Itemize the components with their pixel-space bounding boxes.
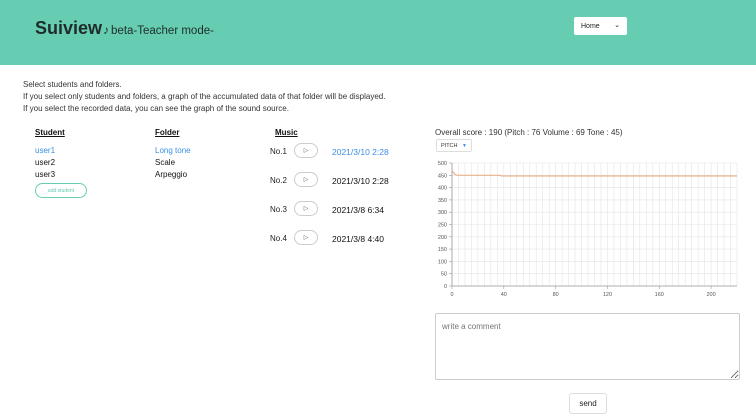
y-tick-label: 200 — [438, 235, 447, 241]
y-tick-label: 400 — [438, 186, 447, 192]
music-number: No.4 — [270, 234, 287, 243]
instruction-line: Select students and folders. — [23, 80, 122, 89]
x-tick-label: 80 — [553, 292, 559, 298]
music-row: No.2 ▷ 2021/3/10 2:28 — [270, 172, 430, 188]
music-row: No.3 ▷ 2021/3/8 6:34 — [270, 201, 430, 217]
nav-select-value: Home — [581, 22, 600, 30]
brand-subtitle: beta-Teacher mode- — [111, 25, 214, 37]
music-date-link[interactable]: 2021/3/8 6:34 — [332, 205, 384, 215]
play-icon: ▷ — [303, 148, 309, 154]
instruction-line: If you select the recorded data, you can… — [23, 104, 289, 113]
y-tick-label: 50 — [441, 272, 447, 278]
student-item[interactable]: user2 — [35, 158, 55, 167]
y-tick-label: 300 — [438, 210, 447, 216]
play-icon: ▷ — [303, 235, 309, 241]
music-number: No.3 — [270, 205, 287, 214]
music-column-header: Music — [275, 128, 298, 137]
x-tick-label: 120 — [603, 292, 612, 298]
folder-item[interactable]: Arpeggio — [155, 170, 187, 179]
play-button[interactable]: ▷ — [294, 172, 318, 187]
app-header: Suiview♪ beta-Teacher mode- Home ⌄ — [0, 0, 756, 65]
student-item[interactable]: user3 — [35, 170, 55, 179]
y-tick-label: 250 — [438, 223, 447, 229]
add-student-button[interactable]: add student — [35, 183, 87, 198]
y-tick-label: 100 — [438, 259, 447, 265]
play-button[interactable]: ▷ — [294, 230, 318, 245]
x-tick-label: 200 — [706, 292, 715, 298]
music-date-link[interactable]: 2021/3/10 2:28 — [332, 147, 389, 157]
music-number: No.1 — [270, 147, 287, 156]
music-date-link[interactable]: 2021/3/8 4:40 — [332, 234, 384, 244]
x-tick-label: 40 — [501, 292, 507, 298]
folder-column-header: Folder — [155, 128, 180, 137]
music-row: No.4 ▷ 2021/3/8 4:40 — [270, 230, 430, 246]
y-tick-label: 0 — [444, 284, 447, 290]
chevron-down-icon: ▼ — [462, 143, 467, 149]
x-tick-label: 0 — [450, 292, 453, 298]
metric-select-value: PITCH — [441, 142, 458, 149]
instruction-line: If you select only students and folders,… — [23, 92, 386, 101]
send-button[interactable]: send — [569, 393, 607, 414]
play-button[interactable]: ▷ — [294, 143, 318, 158]
music-number: No.2 — [270, 176, 287, 185]
student-item[interactable]: user1 — [35, 146, 55, 155]
x-tick-label: 160 — [655, 292, 664, 298]
folder-item[interactable]: Scale — [155, 158, 175, 167]
y-tick-label: 450 — [438, 173, 447, 179]
brand-logo: Suiview♪ beta-Teacher mode- — [35, 18, 214, 39]
play-icon: ▷ — [303, 177, 309, 183]
comment-input[interactable] — [435, 313, 740, 380]
y-tick-label: 350 — [438, 198, 447, 204]
instructions: Select students and folders. If you sele… — [23, 79, 385, 115]
pitch-chart: 0 50 100 150 200 250 300 350 400 450 500 0 40 80 120 16… — [438, 161, 738, 298]
play-icon: ▷ — [303, 206, 309, 212]
y-tick-label: 150 — [438, 247, 447, 253]
folder-item[interactable]: Long tone — [155, 146, 191, 155]
overall-score: Overall score : 190 (Pitch : 76 Volume :… — [435, 128, 623, 137]
metric-select[interactable]: PITCH ▼ — [436, 139, 472, 152]
chevron-down-icon: ⌄ — [614, 22, 620, 29]
brand-name: Suiview — [35, 18, 103, 38]
y-tick-label: 500 — [438, 161, 447, 167]
play-button[interactable]: ▷ — [294, 201, 318, 216]
music-date-link[interactable]: 2021/3/10 2:28 — [332, 176, 389, 186]
nav-select[interactable]: Home ⌄ — [574, 17, 627, 35]
student-column-header: Student — [35, 128, 65, 137]
music-note-icon: ♪ — [103, 23, 110, 37]
music-row: No.1 ▷ 2021/3/10 2:28 — [270, 143, 430, 159]
